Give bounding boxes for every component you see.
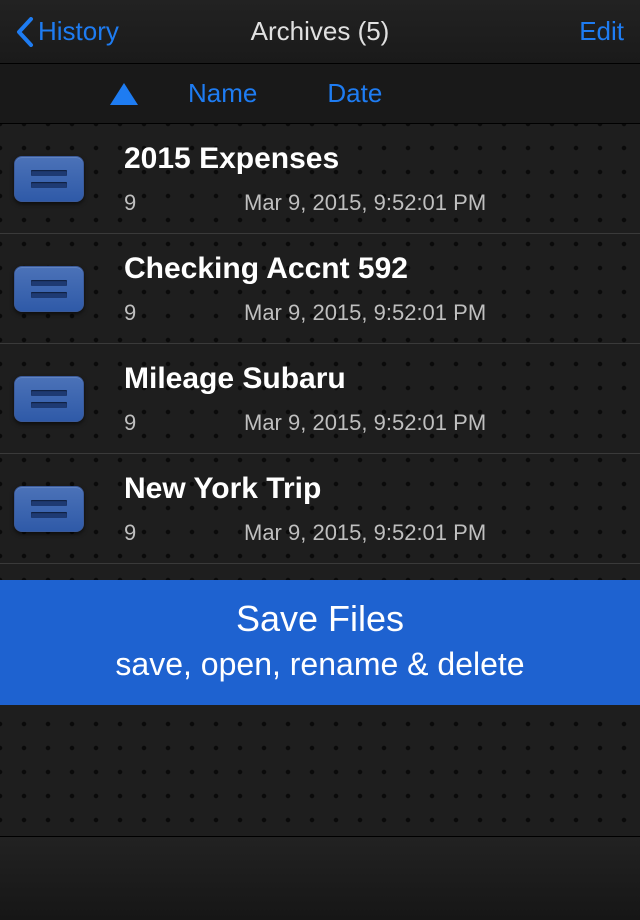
archive-meta: 9Mar 9, 2015, 9:52:01 PM	[124, 520, 624, 546]
archive-row[interactable]: New York Trip 9Mar 9, 2015, 9:52:01 PM	[0, 454, 640, 564]
toolbar-footer	[0, 836, 640, 920]
tape-icon	[14, 486, 84, 532]
archive-date: Mar 9, 2015, 9:52:01 PM	[244, 410, 624, 436]
archive-title: Mileage Subaru	[124, 362, 624, 396]
page-title: Archives (5)	[251, 16, 390, 47]
sort-direction-icon[interactable]	[110, 83, 138, 105]
archive-title: 2015 Expenses	[124, 142, 624, 176]
archive-meta: 9Mar 9, 2015, 9:52:01 PM	[124, 410, 624, 436]
tape-icon	[14, 156, 84, 202]
edit-button[interactable]: Edit	[579, 16, 624, 47]
sort-bar: Name Date	[0, 64, 640, 124]
archive-count: 9	[124, 190, 244, 216]
archive-date: Mar 9, 2015, 9:52:01 PM	[244, 300, 624, 326]
back-button[interactable]: History	[16, 16, 119, 47]
navbar: History Archives (5) Edit	[0, 0, 640, 64]
archive-count: 9	[124, 300, 244, 326]
chevron-left-icon	[16, 17, 34, 47]
archive-row-content: Checking Accnt 592 9Mar 9, 2015, 9:52:01 …	[124, 252, 624, 326]
archive-row[interactable]: Mileage Subaru 9Mar 9, 2015, 9:52:01 PM	[0, 344, 640, 454]
archive-count: 9	[124, 410, 244, 436]
archive-row-content: Mileage Subaru 9Mar 9, 2015, 9:52:01 PM	[124, 362, 624, 436]
archive-meta: 9Mar 9, 2015, 9:52:01 PM	[124, 190, 624, 216]
overlay-title: Save Files	[236, 598, 404, 640]
archive-meta: 9Mar 9, 2015, 9:52:01 PM	[124, 300, 624, 326]
archive-row-content: 2015 Expenses 9Mar 9, 2015, 9:52:01 PM	[124, 142, 624, 216]
screen: History Archives (5) Edit Name Date 2015…	[0, 0, 640, 920]
archive-row[interactable]: Checking Accnt 592 9Mar 9, 2015, 9:52:01 …	[0, 234, 640, 344]
sort-by-name[interactable]: Name	[188, 78, 257, 109]
archive-list: 2015 Expenses9Mar 9, 2015, 9:52:01 PMChe…	[0, 124, 640, 836]
archive-title: Checking Accnt 592	[124, 252, 624, 286]
archive-row[interactable]: 2015 Expenses 9Mar 9, 2015, 9:52:01 PM	[0, 124, 640, 234]
overlay-subtitle: save, open, rename & delete	[115, 646, 524, 683]
sort-by-date[interactable]: Date	[327, 78, 382, 109]
archive-count: 9	[124, 520, 244, 546]
info-overlay: Save Files save, open, rename & delete	[0, 580, 640, 705]
archive-date: Mar 9, 2015, 9:52:01 PM	[244, 190, 624, 216]
archive-row-content: New York Trip 9Mar 9, 2015, 9:52:01 PM	[124, 472, 624, 546]
tape-icon	[14, 376, 84, 422]
tape-icon	[14, 266, 84, 312]
archive-title: New York Trip	[124, 472, 624, 506]
back-label: History	[38, 16, 119, 47]
archive-date: Mar 9, 2015, 9:52:01 PM	[244, 520, 624, 546]
